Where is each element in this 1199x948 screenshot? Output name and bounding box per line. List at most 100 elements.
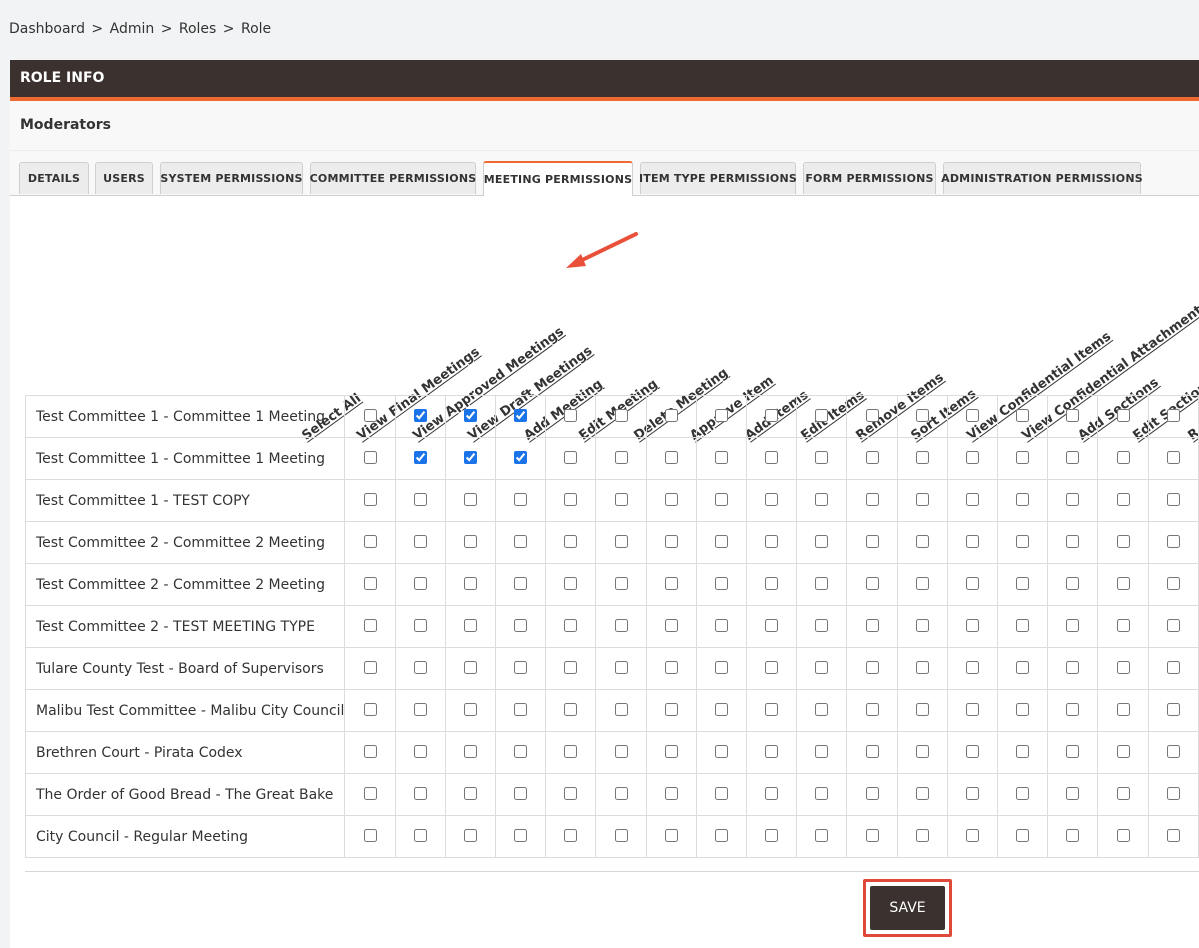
permission-checkbox[interactable] bbox=[714, 829, 728, 842]
permission-checkbox[interactable] bbox=[514, 787, 528, 800]
permission-checkbox[interactable] bbox=[915, 451, 929, 464]
permission-checkbox[interactable] bbox=[463, 493, 477, 506]
permission-checkbox[interactable] bbox=[463, 661, 477, 674]
permission-checkbox[interactable] bbox=[1166, 745, 1180, 758]
permission-checkbox[interactable] bbox=[413, 787, 427, 800]
permission-checkbox[interactable] bbox=[614, 703, 628, 716]
breadcrumb-roles[interactable]: Roles bbox=[179, 21, 216, 37]
permission-checkbox[interactable] bbox=[1016, 451, 1030, 464]
permission-checkbox[interactable] bbox=[765, 829, 779, 842]
permission-checkbox[interactable] bbox=[1016, 787, 1030, 800]
permission-checkbox[interactable] bbox=[765, 493, 779, 506]
permission-checkbox[interactable] bbox=[614, 535, 628, 548]
permission-checkbox[interactable] bbox=[413, 661, 427, 674]
permission-checkbox[interactable] bbox=[765, 577, 779, 590]
permission-checkbox[interactable] bbox=[965, 787, 979, 800]
tab-details[interactable]: DETAILS bbox=[19, 162, 89, 194]
permission-checkbox[interactable] bbox=[765, 409, 779, 422]
permission-checkbox[interactable] bbox=[765, 451, 779, 464]
permission-checkbox[interactable] bbox=[815, 703, 829, 716]
permission-checkbox[interactable] bbox=[1116, 493, 1130, 506]
permission-checkbox[interactable] bbox=[1116, 619, 1130, 632]
permission-checkbox[interactable] bbox=[815, 493, 829, 506]
permission-checkbox[interactable] bbox=[1166, 577, 1180, 590]
permission-checkbox[interactable] bbox=[413, 451, 427, 464]
permission-checkbox[interactable] bbox=[714, 661, 728, 674]
permission-checkbox[interactable] bbox=[765, 703, 779, 716]
permission-checkbox[interactable] bbox=[1116, 745, 1130, 758]
permission-checkbox[interactable] bbox=[714, 577, 728, 590]
permission-checkbox[interactable] bbox=[915, 745, 929, 758]
permission-checkbox[interactable] bbox=[915, 409, 929, 422]
permission-checkbox[interactable] bbox=[1016, 619, 1030, 632]
permission-checkbox[interactable] bbox=[614, 619, 628, 632]
permission-checkbox[interactable] bbox=[714, 745, 728, 758]
permission-checkbox[interactable] bbox=[1066, 619, 1080, 632]
permission-checkbox[interactable] bbox=[815, 451, 829, 464]
permission-checkbox[interactable] bbox=[564, 535, 578, 548]
permission-checkbox[interactable] bbox=[564, 409, 578, 422]
permission-checkbox[interactable] bbox=[915, 829, 929, 842]
tab-item-type-permissions[interactable]: ITEM TYPE PERMISSIONS bbox=[639, 162, 797, 194]
permission-checkbox[interactable] bbox=[463, 787, 477, 800]
permission-checkbox[interactable] bbox=[363, 493, 377, 506]
permission-checkbox[interactable] bbox=[463, 535, 477, 548]
permission-checkbox[interactable] bbox=[463, 745, 477, 758]
permission-checkbox[interactable] bbox=[965, 493, 979, 506]
permission-checkbox[interactable] bbox=[664, 493, 678, 506]
permission-checkbox[interactable] bbox=[514, 577, 528, 590]
permission-checkbox[interactable] bbox=[514, 619, 528, 632]
tab-system-permissions[interactable]: SYSTEM PERMISSIONS bbox=[160, 162, 303, 194]
permission-checkbox[interactable] bbox=[564, 577, 578, 590]
permission-checkbox[interactable] bbox=[765, 535, 779, 548]
tab-users[interactable]: USERS bbox=[95, 162, 153, 194]
permission-checkbox[interactable] bbox=[363, 409, 377, 422]
permission-checkbox[interactable] bbox=[765, 787, 779, 800]
permission-checkbox[interactable] bbox=[965, 619, 979, 632]
permission-checkbox[interactable] bbox=[1166, 409, 1180, 422]
permission-checkbox[interactable] bbox=[815, 577, 829, 590]
permission-checkbox[interactable] bbox=[714, 703, 728, 716]
permission-checkbox[interactable] bbox=[363, 451, 377, 464]
permission-checkbox[interactable] bbox=[1066, 787, 1080, 800]
permission-checkbox[interactable] bbox=[1016, 493, 1030, 506]
permission-checkbox[interactable] bbox=[463, 619, 477, 632]
permission-checkbox[interactable] bbox=[463, 829, 477, 842]
permission-checkbox[interactable] bbox=[514, 451, 528, 464]
permission-checkbox[interactable] bbox=[865, 703, 879, 716]
permission-checkbox[interactable] bbox=[1116, 409, 1130, 422]
permission-checkbox[interactable] bbox=[514, 493, 528, 506]
permission-checkbox[interactable] bbox=[413, 577, 427, 590]
permission-checkbox[interactable] bbox=[1016, 661, 1030, 674]
permission-checkbox[interactable] bbox=[664, 535, 678, 548]
permission-checkbox[interactable] bbox=[664, 409, 678, 422]
permission-checkbox[interactable] bbox=[413, 745, 427, 758]
permission-checkbox[interactable] bbox=[1066, 451, 1080, 464]
permission-checkbox[interactable] bbox=[815, 409, 829, 422]
permission-checkbox[interactable] bbox=[413, 703, 427, 716]
permission-checkbox[interactable] bbox=[865, 661, 879, 674]
permission-checkbox[interactable] bbox=[965, 577, 979, 590]
permission-checkbox[interactable] bbox=[1066, 577, 1080, 590]
permission-checkbox[interactable] bbox=[865, 787, 879, 800]
permission-checkbox[interactable] bbox=[1066, 409, 1080, 422]
permission-checkbox[interactable] bbox=[363, 787, 377, 800]
permission-checkbox[interactable] bbox=[1116, 661, 1130, 674]
permission-checkbox[interactable] bbox=[664, 745, 678, 758]
permission-checkbox[interactable] bbox=[363, 577, 377, 590]
permission-checkbox[interactable] bbox=[514, 661, 528, 674]
permission-checkbox[interactable] bbox=[815, 829, 829, 842]
permission-checkbox[interactable] bbox=[564, 829, 578, 842]
permission-checkbox[interactable] bbox=[1166, 829, 1180, 842]
permission-checkbox[interactable] bbox=[965, 703, 979, 716]
permission-checkbox[interactable] bbox=[363, 535, 377, 548]
permission-checkbox[interactable] bbox=[915, 535, 929, 548]
permission-checkbox[interactable] bbox=[865, 619, 879, 632]
save-button[interactable]: SAVE bbox=[870, 886, 945, 930]
permission-checkbox[interactable] bbox=[514, 745, 528, 758]
permission-checkbox[interactable] bbox=[1066, 535, 1080, 548]
permission-checkbox[interactable] bbox=[564, 745, 578, 758]
permission-checkbox[interactable] bbox=[1016, 409, 1030, 422]
tab-form-permissions[interactable]: FORM PERMISSIONS bbox=[803, 162, 936, 194]
permission-checkbox[interactable] bbox=[463, 451, 477, 464]
